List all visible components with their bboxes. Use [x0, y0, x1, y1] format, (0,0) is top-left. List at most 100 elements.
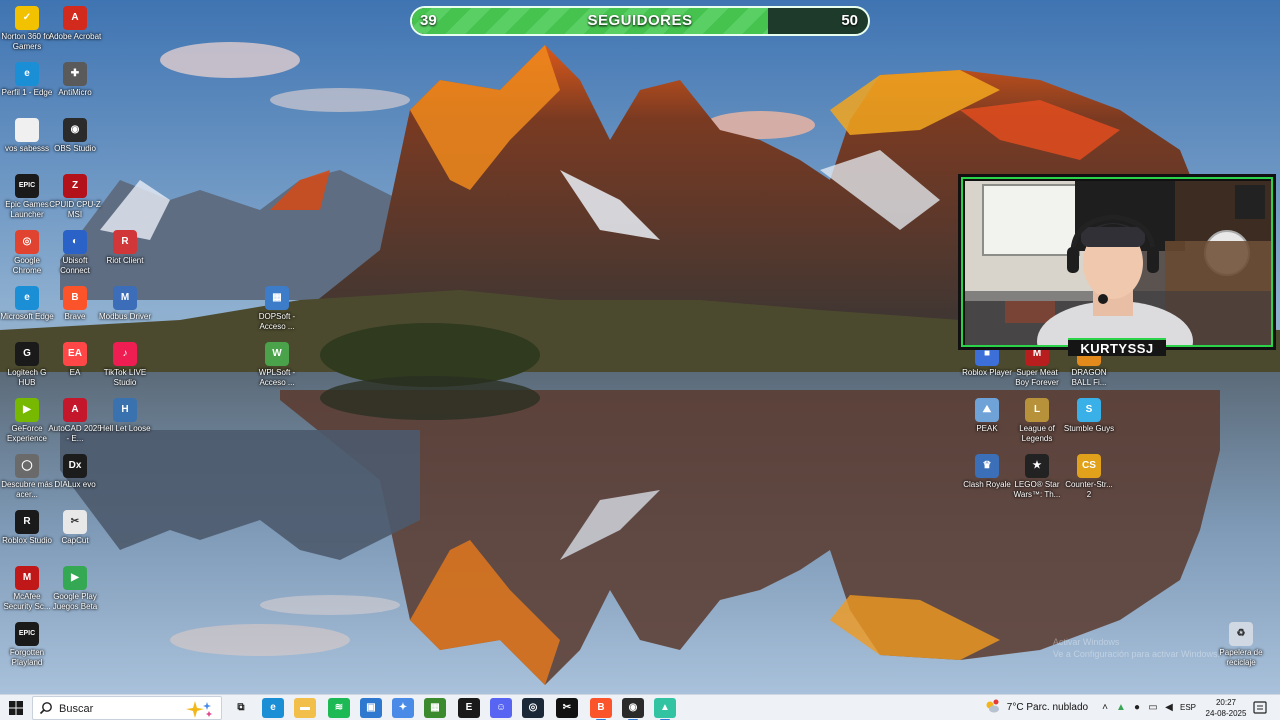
desktop-icon[interactable]: ♻ Papelera de reciclaje [1214, 622, 1268, 668]
desktop-icon-label: Google Chrome [12, 256, 42, 275]
desktop-icon-label: Perfil 1 - Edge [1, 88, 53, 97]
chevron-up-icon[interactable]: ˄ [1098, 701, 1112, 715]
desktop-icon-label: Epic Games Launcher [5, 200, 49, 219]
desktop-icon-label: Counter-Str... 2 [1065, 480, 1113, 499]
volume-icon[interactable]: ◀ [1162, 701, 1176, 715]
obs-icon[interactable]: ◉ [622, 698, 644, 720]
windows-start-icon[interactable] [6, 699, 26, 717]
capcut-icon: ✂ [63, 510, 87, 534]
modbus-icon: M [113, 286, 137, 310]
desktop-icon-label: OBS Studio [54, 144, 96, 153]
desktop-icon-label: Papelera de reciclaje [1219, 648, 1263, 667]
desktop-icon[interactable]: EPIC Epic Games Launcher [0, 174, 54, 220]
store-icon[interactable]: ▣ [360, 698, 382, 718]
desktop-icon[interactable]: ◎ Google Chrome [0, 230, 54, 276]
follower-goal-count: 50 [841, 12, 858, 29]
desktop-icon-label: Brave [64, 312, 86, 321]
edge-icon[interactable]: e [262, 698, 284, 718]
brave-icon[interactable]: B [590, 698, 612, 720]
desktop-icon-label: TikTok LIVE Studio [103, 368, 147, 387]
desktop-icon[interactable]: Z CPUID CPU-Z MSI [48, 174, 102, 220]
geforce-icon: ▶ [15, 398, 39, 422]
desktop-icon-label: CapCut [61, 536, 89, 545]
lego-starwars-icon: ★ [1025, 454, 1049, 478]
recycle-bin-icon: ♻ [1229, 622, 1253, 646]
task-view-icon[interactable]: ⧉ [230, 698, 252, 718]
desktop-icon[interactable]: Dx DIALux evo [48, 454, 102, 490]
webcam-feed [965, 181, 1271, 345]
desktop-icon[interactable]: ▶ GeForce Experience [0, 398, 54, 444]
spotify-icon[interactable]: ≋ [328, 698, 350, 718]
obs-icon: ◉ [63, 118, 87, 142]
desktop-icon[interactable]: e Perfil 1 - Edge [0, 62, 54, 98]
network-icon[interactable]: ▭ [1146, 701, 1160, 715]
autocad-icon: A [63, 398, 87, 422]
desktop-icon[interactable]: S Stumble Guys [1062, 398, 1116, 434]
epic-icon[interactable]: E [458, 698, 480, 718]
desktop-icon[interactable]: CS Counter-Str... 2 [1062, 454, 1116, 500]
desktop-icon[interactable]: A Adobe Acrobat [48, 6, 102, 42]
sparkle-icon [186, 701, 212, 718]
desktop-icon-label: WPLSoft - Acceso ... [258, 368, 296, 387]
desktop-icon-label: DRAGON BALL Fi... [1071, 368, 1107, 387]
desktop-icon[interactable]: ◐ Ubisoft Connect [48, 230, 102, 276]
desktop-icon-label: vos sabesss [4, 144, 50, 153]
desktop-icon[interactable]: ✂ CapCut [48, 510, 102, 546]
folder-icon[interactable]: ▬ [294, 698, 316, 718]
desktop-icon[interactable]: ★ LEGO® Star Wars™: Th... [1010, 454, 1064, 500]
desktop-icon[interactable]: ✚ AntiMicro [48, 62, 102, 98]
desktop-icon[interactable]: ◯ Descubre más acer... [0, 454, 54, 500]
copilot-icon[interactable]: ✦ [392, 698, 414, 718]
desktop-icon-label: Hell Let Loose [99, 424, 151, 433]
desktop-icon[interactable]: ⛰ PEAK [960, 398, 1014, 434]
gamepad-icon: ✚ [63, 62, 87, 86]
dopsoft-icon: ▦ [265, 286, 289, 310]
clock[interactable]: 20:27 24-08-2025 [1202, 697, 1250, 719]
desktop-icon[interactable]: B Brave [48, 286, 102, 322]
edge-icon: e [15, 62, 39, 86]
googleplay-icon: ▶ [63, 566, 87, 590]
notifications-icon[interactable] [1252, 700, 1268, 716]
discord-icon[interactable]: ☺ [490, 698, 512, 718]
taskbar-search-box[interactable]: Buscar [32, 696, 222, 720]
weather-widget[interactable]: 7°C Parc. nublado [984, 695, 1088, 720]
minecraft-icon[interactable]: ▦ [424, 698, 446, 718]
desktop-icon[interactable]: G Logitech G HUB [0, 342, 54, 388]
capcut-icon[interactable]: ✂ [556, 698, 578, 718]
follower-goal-bar: SEGUIDORES 39 50 [410, 6, 870, 36]
steam-icon[interactable]: ◎ [522, 698, 544, 718]
desktop-icon-label: Stumble Guys [1063, 424, 1115, 433]
desktop-icon[interactable]: ♛ Clash Royale [960, 454, 1014, 490]
brave-icon: B [63, 286, 87, 310]
desktop-icon[interactable]: EA EA [48, 342, 102, 378]
desktop-icon[interactable]: ♪ TikTok LIVE Studio [98, 342, 152, 388]
streamlabs-tray-icon[interactable]: ▲ [1114, 701, 1128, 715]
desktop-icon[interactable]: W WPLSoft - Acceso ... [250, 342, 304, 388]
clock-date: 24-08-2025 [1205, 709, 1247, 718]
desktop-icon[interactable]: ✓ Norton 360 for Gamers [0, 6, 54, 52]
language-indicator[interactable]: ESP [1180, 695, 1196, 720]
desktop-icon[interactable]: L League of Legends [1010, 398, 1064, 444]
desktop-icon[interactable]: e Microsoft Edge [0, 286, 54, 322]
norton-icon: ✓ [15, 6, 39, 30]
clock-time: 20:27 [1215, 698, 1237, 707]
microphone-icon[interactable]: ● [1130, 701, 1144, 715]
desktop-icon[interactable]: EPIC Forgotten Playland [0, 622, 54, 668]
desktop-icon[interactable]: vos sabesss [0, 118, 54, 154]
desktop-icon[interactable]: R Roblox Studio [0, 510, 54, 546]
partly-cloudy-icon [986, 699, 999, 713]
clashroyale-icon: ♛ [975, 454, 999, 478]
streamlabs-icon[interactable]: ▲ [654, 698, 676, 720]
taskbar: Buscar ⧉ e ▬ ≋ ▣ ✦ ▦ E ☺ ◎ ✂ B ◉ ▲ 7°C Parc. nublado … [0, 694, 1280, 720]
file-icon [15, 118, 39, 142]
search-placeholder: Buscar [59, 703, 94, 715]
desktop-icon[interactable]: M Modbus Driver [98, 286, 152, 322]
desktop-icon[interactable]: R Riot Client [98, 230, 152, 266]
desktop-icon[interactable]: ▶ Google Play Juegos Beta [48, 566, 102, 612]
desktop-icon[interactable]: ▦ DOPSoft - Acceso ... [250, 286, 304, 332]
desktop-icon[interactable]: M McAfee Security Sc... [0, 566, 54, 612]
desktop-icon-label: Microsoft Edge [0, 312, 54, 321]
desktop-icon[interactable]: A AutoCAD 2025 - E... [48, 398, 102, 444]
desktop-icon[interactable]: ◉ OBS Studio [48, 118, 102, 154]
desktop-icon[interactable]: H Hell Let Loose [98, 398, 152, 434]
